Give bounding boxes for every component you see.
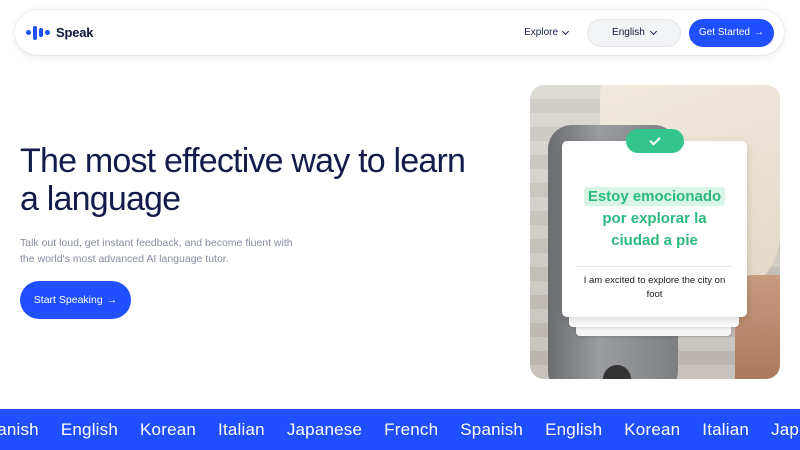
marquee-language-item: English bbox=[545, 419, 603, 439]
speak-logo-icon bbox=[26, 25, 50, 40]
marquee-language-item: Spanish bbox=[0, 419, 39, 439]
languages-marquee: Spanish English Korean Italian Japanese Frenc… bbox=[0, 409, 800, 450]
get-started-button[interactable]: Get Started → bbox=[688, 18, 774, 47]
hero-title: The most effective way to learn a langua… bbox=[20, 142, 466, 218]
arrow-right-icon: → bbox=[754, 27, 764, 38]
marquee-language-item: Korean bbox=[624, 419, 681, 439]
explore-label: Explore bbox=[524, 27, 559, 38]
marquee-language-item: Italian bbox=[218, 419, 265, 439]
spanish-phrase: Estoy emocionado por explorar la ciudad … bbox=[562, 186, 747, 252]
phrase-line-1: Estoy emocionado bbox=[583, 187, 726, 206]
correct-badge bbox=[626, 129, 684, 153]
checkmark-icon bbox=[649, 133, 661, 146]
card-divider bbox=[576, 266, 733, 267]
phrase-line-2: por explorar la bbox=[602, 210, 707, 227]
chevron-down-icon bbox=[649, 27, 657, 35]
marquee-language-item: Italian bbox=[702, 419, 750, 439]
marquee-language-item: English bbox=[60, 419, 119, 439]
start-speaking-label: Start Speaking bbox=[33, 294, 103, 306]
english-translation: I am excited to explore the city on foot bbox=[583, 275, 726, 300]
start-speaking-button[interactable]: Start Speaking → bbox=[20, 281, 131, 319]
logo-text: Speak bbox=[56, 25, 94, 40]
phrase-line-3: ciudad a pie bbox=[611, 232, 698, 249]
arrow-right-icon: → bbox=[106, 294, 118, 306]
marquee-language-item: French bbox=[384, 419, 439, 439]
language-selector[interactable]: English bbox=[587, 18, 681, 47]
marquee-language-item: Japanese bbox=[286, 419, 363, 439]
language-selector-label: English bbox=[612, 27, 645, 38]
marquee-track: Spanish English Korean Italian Japanese Frenc… bbox=[0, 409, 800, 450]
marquee-language-item: Spanish bbox=[460, 419, 524, 439]
marquee-language-item: Japanese bbox=[771, 419, 800, 439]
explore-menu[interactable]: Explore bbox=[524, 27, 570, 38]
marquee-language-item: Korean bbox=[140, 419, 197, 439]
speak-logo[interactable]: Speak bbox=[26, 25, 94, 40]
get-started-label: Get Started bbox=[698, 27, 750, 38]
top-navigation-bar: Speak Explore English Get Started → bbox=[15, 10, 784, 55]
chevron-down-icon bbox=[562, 27, 570, 35]
hero-subtitle: Talk out loud, get instant feedback, and… bbox=[20, 237, 293, 265]
